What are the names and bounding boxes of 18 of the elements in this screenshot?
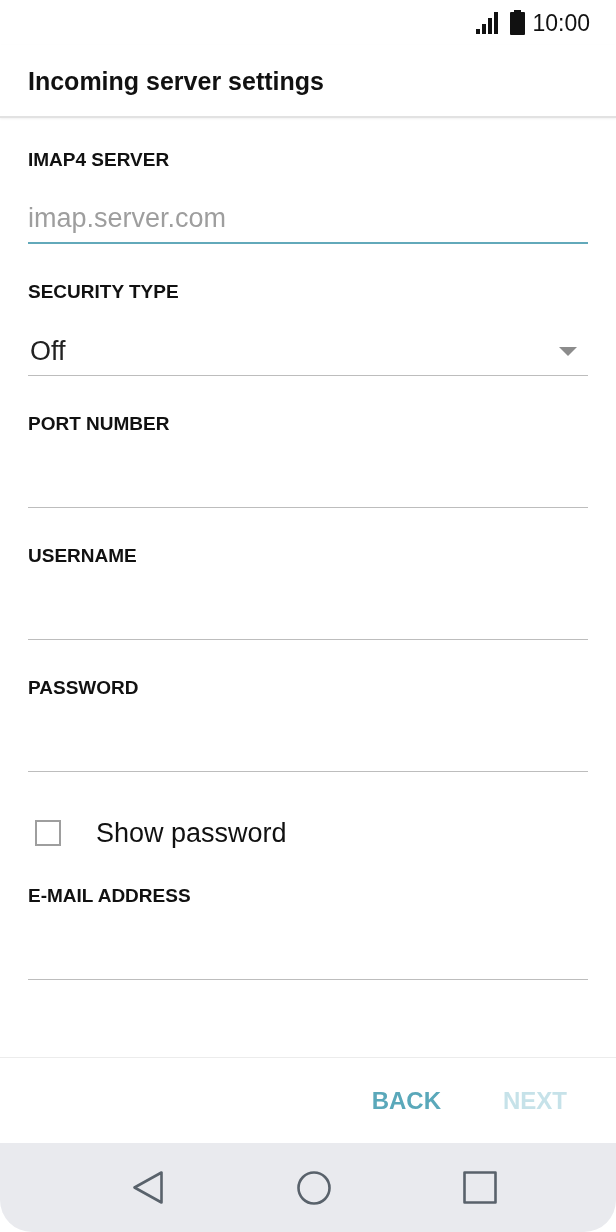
field-label: SECURITY TYPE — [28, 281, 179, 303]
field-label: IMAP4 SERVER — [28, 149, 170, 171]
recent-apps-icon[interactable] — [463, 1171, 497, 1204]
battery-icon — [510, 10, 526, 35]
screen-title: Incoming server settings — [28, 65, 324, 96]
back-icon[interactable] — [133, 1171, 163, 1204]
field-label: PORT NUMBER — [28, 413, 170, 435]
clock-time: 10:00 — [532, 9, 590, 36]
checkbox[interactable] — [35, 820, 61, 846]
dropdown[interactable]: Off — [28, 327, 588, 376]
caret-icon — [559, 346, 577, 356]
home-icon[interactable] — [297, 1170, 331, 1205]
field-label: E-MAIL ADDRESS — [28, 885, 191, 907]
signal-icon — [476, 11, 501, 34]
checkbox-label[interactable]: Show password — [96, 817, 287, 849]
field-label: USERNAME — [28, 545, 137, 567]
field-label: PASSWORD — [28, 677, 139, 699]
input-field[interactable]: imap.server.com — [28, 195, 588, 244]
